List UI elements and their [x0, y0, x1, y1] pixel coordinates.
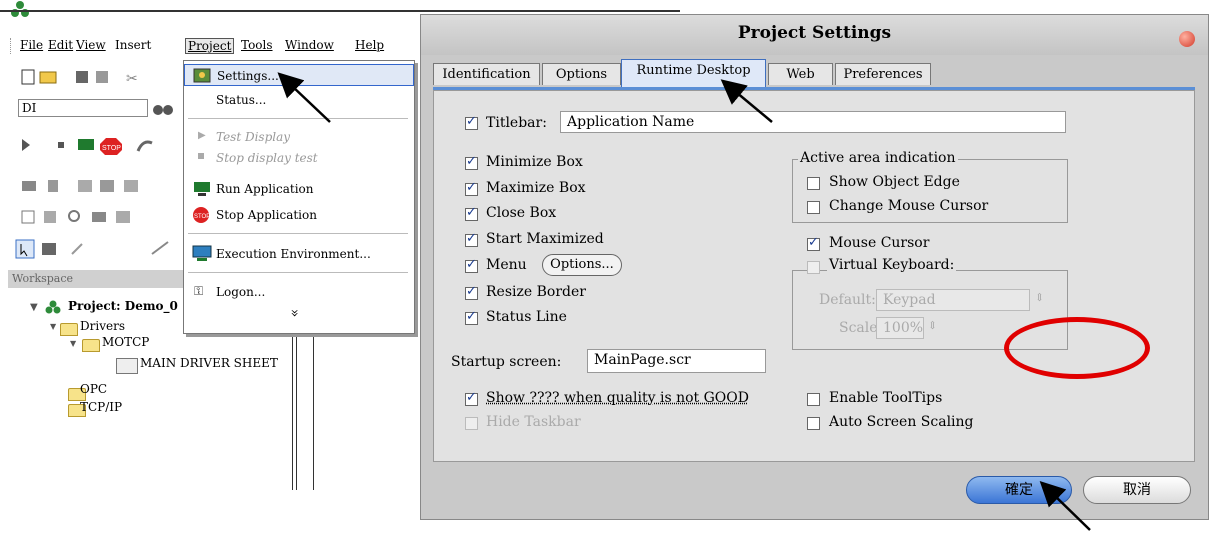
- arrow-icon: [277, 72, 331, 123]
- annotation-arrows: [277, 72, 1091, 531]
- arrow-icon: [720, 79, 773, 123]
- arrow-icon: [1039, 481, 1091, 531]
